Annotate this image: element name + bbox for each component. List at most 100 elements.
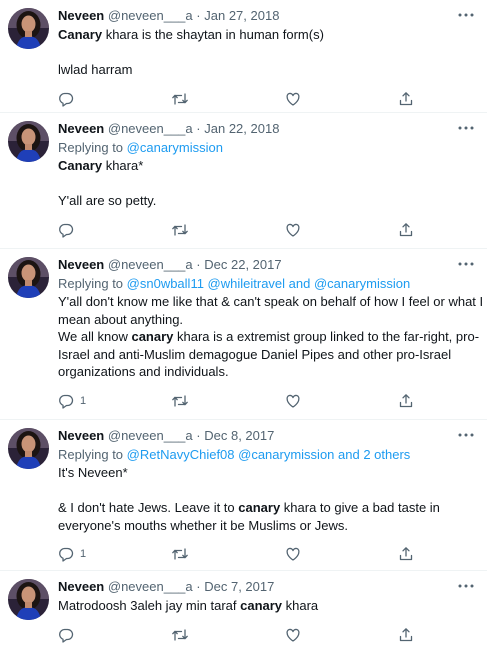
handle[interactable]: @neveen___a: [108, 579, 193, 594]
avatar[interactable]: [8, 428, 49, 469]
replying-to-link[interactable]: @RetNavyChief08 @canarymission and 2 oth…: [127, 447, 411, 462]
replying-to: Replying to @sn0wball11 @whileitravel an…: [58, 275, 473, 293]
retweet-icon: [172, 394, 188, 407]
more-icon[interactable]: [457, 259, 475, 269]
avatar[interactable]: [8, 121, 49, 162]
text-line: mean about anything.: [58, 311, 184, 327]
keyword-highlight: Canary: [58, 27, 103, 42]
tweet-header: Neveen @neveen___a · Dec 7, 2017: [58, 577, 473, 597]
tweet-header: Neveen @neveen___a · Jan 22, 2018: [58, 119, 473, 139]
tweet-text: Matrodoosh 3aleh jay min taraf canary kh…: [58, 597, 473, 615]
text-line: Y'all don't know me like that & can't sp…: [58, 294, 484, 309]
tweet[interactable]: Neveen @neveen___a · Jan 22, 2018 Replyi…: [0, 113, 487, 249]
more-icon[interactable]: [457, 123, 475, 133]
replying-to-link[interactable]: @canarymission: [127, 140, 223, 155]
like-icon: [286, 628, 300, 642]
like-button[interactable]: [285, 391, 301, 411]
retweet-button[interactable]: [171, 220, 189, 240]
text-fragment: & I don't hate Jews. Leave it to: [58, 500, 239, 515]
tweet-actions: [58, 89, 473, 115]
tweet[interactable]: Neveen @neveen___a · Jan 27, 2018 Canary…: [0, 0, 487, 113]
retweet-button[interactable]: [171, 89, 189, 109]
share-icon: [399, 222, 413, 236]
text-fragment: We all know: [58, 329, 132, 344]
tweet-header: Neveen @neveen___a · Dec 22, 2017: [58, 255, 473, 275]
retweet-button[interactable]: [171, 391, 189, 411]
text-fragment: khara to give a bad taste in: [280, 500, 440, 515]
handle[interactable]: @neveen___a: [108, 8, 193, 23]
tweet-feed: Neveen @neveen___a · Jan 27, 2018 Canary…: [0, 0, 487, 643]
like-button[interactable]: [285, 544, 301, 564]
share-button[interactable]: [398, 89, 414, 109]
separator-dot: ·: [196, 8, 201, 23]
reply-button[interactable]: 1: [58, 544, 86, 564]
share-button[interactable]: [398, 544, 414, 564]
more-icon[interactable]: [457, 581, 475, 591]
text-line: Israel and anti-Muslim demagogue Daniel …: [58, 346, 452, 362]
like-icon: [286, 92, 300, 106]
replying-prefix: Replying to: [58, 447, 127, 462]
separator-dot: ·: [196, 428, 201, 443]
display-name[interactable]: Neveen: [58, 121, 104, 136]
reply-button[interactable]: 1: [58, 391, 86, 411]
text-fragment: khara is the shaytan in human form(s): [102, 27, 324, 42]
tweet-date[interactable]: Dec 22, 2017: [204, 257, 281, 272]
keyword-highlight: canary: [240, 598, 283, 613]
reply-button[interactable]: [58, 89, 74, 109]
tweet-text: It's Neveen* & I don't hate Jews. Leave …: [58, 464, 473, 534]
like-icon: [286, 394, 300, 408]
text-line: organizations and individuals.: [58, 364, 229, 379]
text-fragment: khara is a extremist group linked to the…: [173, 329, 480, 344]
text-fragment: khara: [282, 598, 319, 613]
handle[interactable]: @neveen___a: [108, 121, 193, 136]
text-line: everyone's mouths whether it be Muslims …: [58, 517, 349, 533]
like-button[interactable]: [285, 220, 301, 240]
avatar[interactable]: [8, 257, 49, 298]
text-line: It's Neveen*: [58, 465, 128, 480]
like-icon: [286, 547, 300, 561]
tweet[interactable]: Neveen @neveen___a · Dec 8, 2017 Replyin…: [0, 420, 487, 571]
separator-dot: ·: [196, 579, 201, 594]
handle[interactable]: @neveen___a: [108, 257, 193, 272]
avatar[interactable]: [8, 8, 49, 49]
replying-to-link[interactable]: @sn0wball11 @whileitravel and @canarymis…: [127, 276, 411, 291]
more-icon[interactable]: [457, 10, 475, 20]
replying-prefix: Replying to: [58, 276, 127, 291]
replying-prefix: Replying to: [58, 140, 127, 155]
like-icon: [286, 223, 300, 237]
tweet[interactable]: Neveen @neveen___a · Dec 22, 2017 Replyi…: [0, 249, 487, 420]
retweet-button[interactable]: [171, 625, 189, 645]
share-button[interactable]: [398, 391, 414, 411]
reply-icon: [59, 223, 74, 238]
share-button[interactable]: [398, 625, 414, 645]
tweet-text: Canary khara* Y'all are so petty.: [58, 157, 473, 210]
text-line: lwlad harram: [58, 62, 133, 77]
like-button[interactable]: [285, 625, 301, 645]
retweet-icon: [172, 223, 188, 236]
tweet-actions: [58, 220, 473, 246]
display-name[interactable]: Neveen: [58, 257, 104, 272]
tweet-date[interactable]: Jan 27, 2018: [204, 8, 279, 23]
tweet-date[interactable]: Dec 8, 2017: [204, 428, 274, 443]
tweet[interactable]: Neveen @neveen___a · Dec 7, 2017 Matrodo…: [0, 571, 487, 643]
handle[interactable]: @neveen___a: [108, 428, 193, 443]
tweet-date[interactable]: Dec 7, 2017: [204, 579, 274, 594]
more-icon[interactable]: [457, 430, 475, 440]
tweet-date[interactable]: Jan 22, 2018: [204, 121, 279, 136]
display-name[interactable]: Neveen: [58, 579, 104, 594]
avatar[interactable]: [8, 579, 49, 620]
reply-button[interactable]: [58, 625, 74, 645]
tweet-actions: 1: [58, 544, 473, 570]
share-button[interactable]: [398, 220, 414, 240]
display-name[interactable]: Neveen: [58, 428, 104, 443]
like-button[interactable]: [285, 89, 301, 109]
reply-button[interactable]: [58, 220, 74, 240]
retweet-button[interactable]: [171, 544, 189, 564]
keyword-highlight: canary: [238, 500, 281, 515]
text-line: Y'all are so petty.: [58, 193, 157, 208]
tweet-header: Neveen @neveen___a · Dec 8, 2017: [58, 426, 473, 446]
display-name[interactable]: Neveen: [58, 8, 104, 23]
reply-count: 1: [80, 394, 87, 407]
reply-icon: [59, 547, 74, 562]
share-icon: [399, 91, 413, 105]
